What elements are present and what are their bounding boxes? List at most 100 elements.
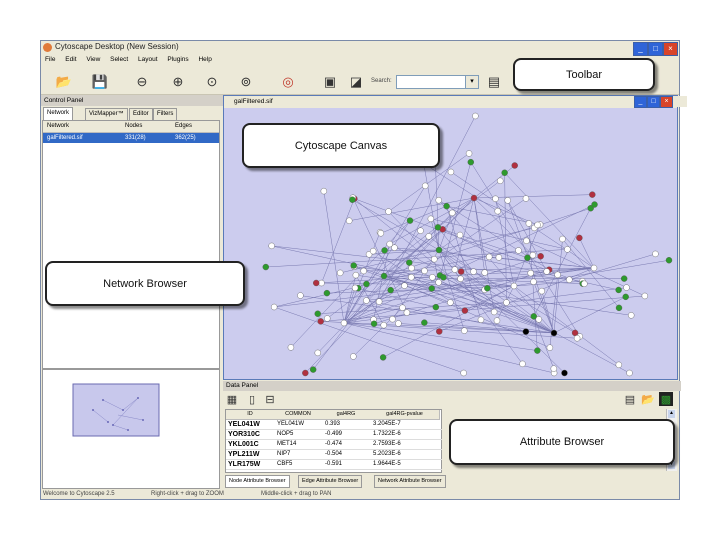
network-node[interactable] [417,227,424,234]
network-node[interactable] [346,217,353,224]
network-node[interactable] [538,287,545,295]
network-node[interactable] [270,303,278,311]
tab-node-attribute-browser[interactable]: Node Attribute Browser [225,475,290,488]
network-node[interactable] [481,269,488,276]
network-node[interactable] [522,328,530,335]
tab-edge-attribute-browser[interactable]: Edge Attribute Browser [298,475,363,488]
network-edge[interactable] [450,171,595,269]
network-edge[interactable] [343,287,356,324]
network-node[interactable] [524,254,531,261]
open-icon[interactable]: 📂 [55,73,73,91]
network-node[interactable] [543,268,550,275]
network-node[interactable] [421,319,428,326]
network-node[interactable] [323,289,331,297]
network-node[interactable] [550,329,558,337]
network-node[interactable] [268,242,275,250]
network-node[interactable] [451,266,459,273]
network-node[interactable] [408,264,415,272]
network-node[interactable] [449,209,456,217]
network-node[interactable] [470,268,477,275]
grid-icon[interactable]: ▩ [659,392,673,406]
select-attributes-icon[interactable]: ▦ [225,392,239,406]
network-edge[interactable] [473,165,515,199]
network-node[interactable] [615,361,623,369]
network-edge[interactable] [274,306,464,374]
network-node[interactable] [527,269,534,277]
network-node[interactable] [652,250,659,258]
column-nodes[interactable]: Nodes [125,121,142,132]
network-node[interactable] [349,196,356,203]
network-node[interactable] [287,344,295,351]
network-node[interactable] [425,233,432,240]
canvas-maximize-button[interactable]: □ [647,96,660,108]
network-node[interactable] [436,328,443,335]
network-node[interactable] [485,253,493,261]
network-node[interactable] [320,187,328,195]
table-cell-common[interactable]: CBF5 [274,460,325,470]
column-network[interactable]: Network [47,121,69,132]
network-node[interactable] [379,354,387,361]
network-edge[interactable] [579,237,595,269]
save-icon[interactable]: 💾 [91,73,109,91]
network-node[interactable] [525,220,533,227]
table-cell-common[interactable]: MET14 [274,440,325,450]
network-node[interactable] [554,271,561,278]
column-id[interactable]: ID [226,410,275,420]
network-node[interactable] [571,329,579,337]
column-edges[interactable]: Edges [175,121,192,132]
network-node[interactable] [403,309,411,316]
menu-select[interactable]: Select [110,56,128,63]
network-node[interactable] [435,197,442,204]
new-attribute-icon[interactable]: ▯ [245,392,259,406]
network-node[interactable] [380,321,387,329]
network-node[interactable] [470,194,478,202]
network-node[interactable] [428,285,435,292]
network-node[interactable] [387,286,394,294]
network-node[interactable] [620,275,628,282]
network-node[interactable] [628,312,635,319]
network-node[interactable] [490,308,498,316]
network-node[interactable] [546,344,554,351]
minimize-button[interactable]: _ [633,42,648,56]
network-edge[interactable] [513,285,619,366]
network-node[interactable] [465,150,473,157]
network-node[interactable] [324,315,331,322]
network-node[interactable] [522,195,530,202]
network-node[interactable] [381,247,388,254]
table-cell-id[interactable]: YPL211W [226,450,276,460]
network-node[interactable] [370,320,378,327]
network-node[interactable] [391,244,398,251]
tab-editor[interactable]: Editor [129,108,153,120]
network-node[interactable] [317,318,324,325]
open-folder-icon[interactable]: 📂 [641,392,655,406]
network-node[interactable] [561,369,568,377]
network-node[interactable] [363,297,370,304]
network-node[interactable] [461,307,469,314]
menu-help[interactable]: Help [198,56,211,63]
table-cell-pval[interactable]: 2.7593E-6 [370,440,442,450]
network-node[interactable] [484,285,491,292]
network-node[interactable] [443,202,450,210]
import-attributes-icon[interactable]: ▤ [623,392,637,406]
network-edge[interactable] [389,243,630,374]
network-node[interactable] [591,201,598,208]
table-cell-id[interactable]: YEL041W [226,420,276,430]
network-node[interactable] [534,221,541,229]
table-cell-common[interactable]: NOP5 [274,430,325,440]
table-cell-pval[interactable]: 1.7322E-6 [370,430,442,440]
network-node[interactable] [389,315,396,323]
network-node[interactable] [615,286,622,294]
zoom-fit-icon[interactable]: ⊙ [203,73,221,91]
network-node[interactable] [375,298,383,305]
network-node[interactable] [297,292,304,299]
network-node[interactable] [309,366,317,373]
network-node[interactable] [573,335,581,342]
zoom-out-icon[interactable]: ⊖ [133,73,151,91]
network-node[interactable] [530,278,537,285]
table-cell-pval[interactable]: 5.2023E-6 [370,450,442,460]
network-edge[interactable] [321,198,355,284]
network-node[interactable] [665,257,673,264]
network-node[interactable] [395,320,402,327]
network-edge[interactable] [300,295,555,334]
network-node[interactable] [494,207,501,215]
